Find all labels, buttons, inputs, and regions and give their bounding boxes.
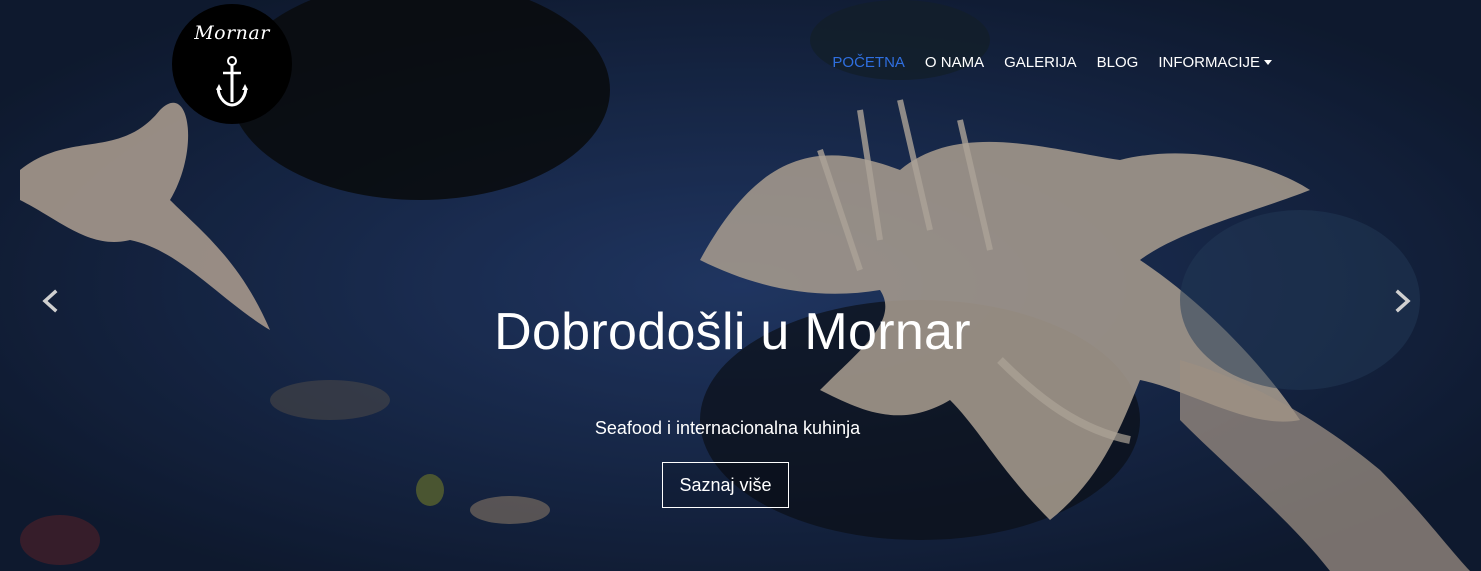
- brand-logo[interactable]: Mornar: [172, 4, 292, 124]
- nav-item-informacije-dropdown[interactable]: INFORMACIJE: [1148, 52, 1282, 73]
- hero-title: Dobrodošli u Mornar: [494, 303, 971, 361]
- caret-down-icon: [1264, 60, 1272, 65]
- nav-item-pocetna[interactable]: POČETNA: [822, 52, 915, 73]
- anchor-icon: [216, 56, 248, 107]
- nav-item-label: O NAMA: [924, 54, 985, 71]
- hero-subtitle: Seafood i internacionalna kuhinja: [594, 418, 861, 438]
- hero-carousel: Mornar POČETNA O NAMA GALERIJA BLOG INFO…: [0, 0, 1481, 571]
- main-navigation: POČETNA O NAMA GALERIJA BLOG INFORMACIJE: [822, 52, 1282, 73]
- learn-more-button[interactable]: Saznaj više: [662, 462, 789, 508]
- nav-item-label: GALERIJA: [1004, 54, 1077, 71]
- nav-item-label: INFORMACIJE: [1158, 54, 1260, 71]
- nav-item-label: BLOG: [1096, 54, 1139, 71]
- logo-text: Mornar: [194, 22, 270, 44]
- nav-item-o-nama[interactable]: O NAMA: [915, 52, 994, 73]
- nav-item-label: POČETNA: [832, 54, 905, 71]
- nav-item-blog[interactable]: BLOG: [1087, 52, 1149, 73]
- nav-item-galerija[interactable]: GALERIJA: [994, 52, 1087, 73]
